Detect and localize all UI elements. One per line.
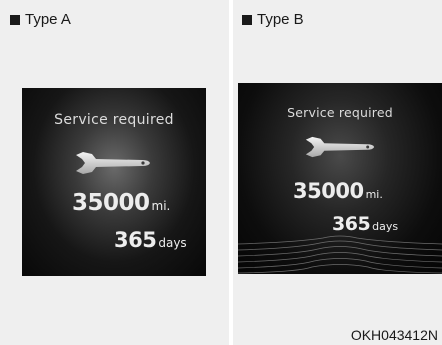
panel-label-text: Type B [257,11,304,28]
days-reading: 365 days [332,213,398,235]
panel-label-type-a: Type A [10,11,71,28]
panel-type-b: Type B Service required 35000 mi. 365 da… [233,0,442,345]
distance-value: 35000 [72,190,150,216]
distance-unit: mi. [365,188,383,201]
days-value: 365 [114,228,157,252]
square-bullet-icon [242,14,252,25]
wrench-icon [76,152,150,174]
service-required-title: Service required [287,105,393,120]
service-required-title: Service required [54,112,174,128]
days-reading: 365 days [114,228,187,252]
distance-reading: 35000 mi. [293,179,383,203]
square-bullet-icon [10,14,20,25]
panel-label-type-b: Type B [242,11,304,28]
distance-reading: 35000 mi. [72,190,170,216]
service-reminder-figure: Type A Service required 35000 mi. 365 da… [0,0,442,345]
cluster-display-type-b: Service required 35000 mi. 365 days [238,83,442,274]
days-value: 365 [332,213,371,235]
days-unit: days [372,220,399,233]
wrench-icon [305,136,375,158]
distance-unit: mi. [151,199,171,213]
cluster-display-type-a: Service required 35000 mi. 365 days [22,88,206,276]
figure-code: OKH043412N [350,327,438,343]
distance-value: 35000 [293,179,364,203]
panel-type-a: Type A Service required 35000 mi. 365 da… [0,0,229,345]
perspective-floor-lines [238,235,442,274]
panel-label-text: Type A [25,11,71,28]
days-unit: days [158,236,187,250]
